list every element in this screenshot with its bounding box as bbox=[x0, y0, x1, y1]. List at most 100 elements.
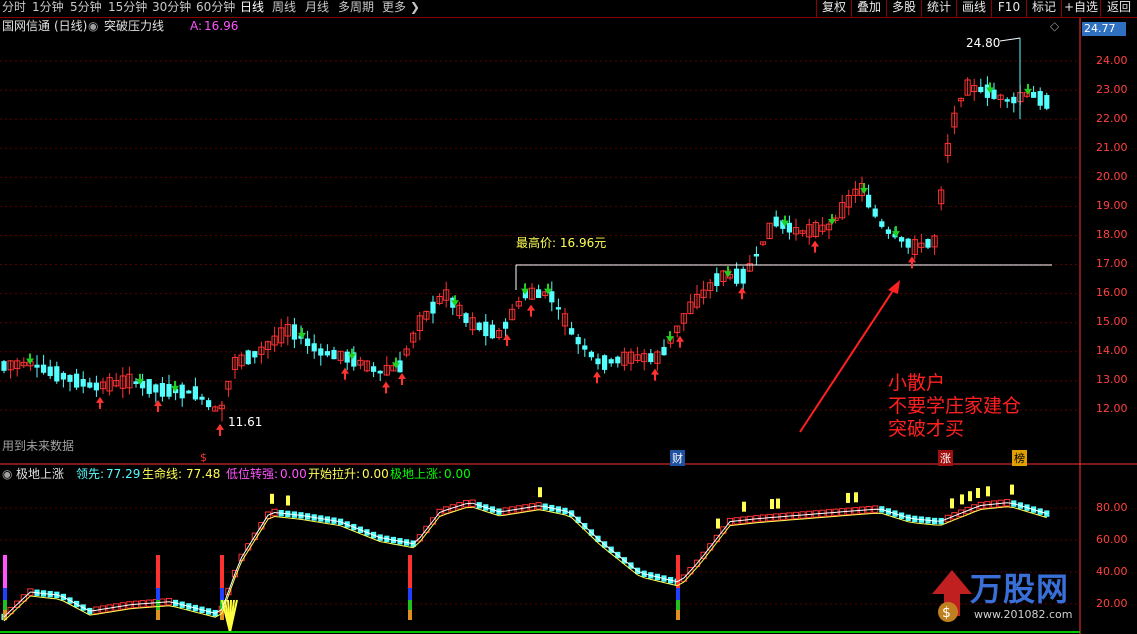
sub-signal-bar bbox=[742, 501, 746, 512]
candle-body bbox=[536, 289, 542, 299]
candle-body bbox=[582, 345, 588, 350]
candle-body bbox=[991, 89, 997, 99]
candle-body bbox=[133, 381, 139, 384]
svg-text:$: $ bbox=[942, 605, 951, 621]
leader-line bbox=[3, 502, 1047, 618]
current-price-label: 24.77 bbox=[1084, 22, 1116, 35]
annotation-line: 不要学庄家建仓 bbox=[888, 395, 1022, 417]
life-value: 77.48 bbox=[186, 467, 221, 481]
sub-signal-bar bbox=[538, 487, 542, 498]
sub-bar bbox=[1044, 510, 1050, 517]
signal-arrows bbox=[26, 82, 1032, 436]
down-arrow-icon bbox=[860, 188, 868, 195]
watermark: $ 万股网 www.201082.com bbox=[928, 566, 1078, 632]
watermark-text: 万股网 bbox=[970, 570, 1070, 608]
sub-axis-label: 80.00 bbox=[1096, 501, 1128, 514]
sub-signal-bar bbox=[960, 494, 964, 505]
price-axis-label: 13.00 bbox=[1096, 373, 1128, 386]
sub-signal-column bbox=[676, 610, 680, 620]
candle-body bbox=[648, 353, 654, 363]
future-data-note: 用到未来数据 bbox=[2, 439, 75, 453]
sub-axis-label: 60.00 bbox=[1096, 533, 1128, 546]
candle-body bbox=[661, 346, 667, 356]
high-price-label: 24.80 bbox=[966, 36, 1001, 50]
candle-body bbox=[773, 216, 779, 227]
candle-body bbox=[331, 349, 337, 360]
candles bbox=[1, 37, 1050, 422]
low-strong-value: 0.00 bbox=[280, 467, 307, 481]
sub-signal-column bbox=[408, 600, 412, 610]
sub-signal-bar bbox=[986, 486, 990, 497]
candle-body bbox=[47, 366, 53, 377]
candle-body bbox=[885, 229, 891, 234]
event-marker[interactable]: $ bbox=[200, 451, 207, 464]
candle-body bbox=[186, 390, 192, 394]
candle-body bbox=[291, 324, 297, 340]
candle-body bbox=[786, 222, 792, 233]
price-axis-label: 19.00 bbox=[1096, 199, 1128, 212]
candle-body bbox=[93, 382, 99, 391]
candle-body bbox=[1004, 99, 1010, 102]
sub-axis-label: 40.00 bbox=[1096, 565, 1128, 578]
start-rise-label: 开始拉升: bbox=[308, 467, 361, 481]
candle-body bbox=[54, 366, 60, 382]
candle-body bbox=[1011, 96, 1017, 104]
sub-signal-column bbox=[156, 588, 160, 600]
sub-signal-bar bbox=[716, 518, 720, 529]
candle-body bbox=[41, 364, 47, 373]
polar-rise-value: 0.00 bbox=[444, 467, 471, 481]
sub-signal-bar bbox=[270, 493, 274, 504]
sub-indicator-toggle-icon[interactable]: ◉ bbox=[2, 466, 12, 482]
candle-body bbox=[344, 351, 350, 363]
candle-body bbox=[192, 386, 198, 400]
sub-grid bbox=[0, 507, 1080, 605]
annotation-line: 小散户 bbox=[888, 372, 946, 394]
kline-chart[interactable] bbox=[0, 0, 1137, 634]
sub-signal-bar bbox=[968, 491, 972, 502]
price-axis-label: 20.00 bbox=[1096, 170, 1128, 183]
event-marker[interactable]: 榜 bbox=[1012, 450, 1027, 466]
candle-body bbox=[899, 237, 905, 242]
price-axis-label: 24.00 bbox=[1096, 54, 1128, 67]
price-axis-label: 22.00 bbox=[1096, 112, 1128, 125]
candle-body bbox=[1, 361, 7, 371]
candle-body bbox=[1031, 91, 1037, 98]
candle-body bbox=[146, 379, 152, 394]
candle-body bbox=[753, 253, 759, 257]
candle-body bbox=[1037, 91, 1043, 106]
candle-body bbox=[503, 321, 509, 329]
annotation-arrow-head bbox=[888, 280, 900, 294]
candle-body bbox=[206, 400, 212, 408]
sub-signal-column bbox=[676, 588, 680, 600]
sub-axis-label: 20.00 bbox=[1096, 597, 1128, 610]
candle-body bbox=[463, 313, 469, 323]
leader-label: 领先: bbox=[76, 467, 105, 481]
sub-indicator-info: ◉ 极地上涨 领先: 77.29 生命线: 77.48 低位转强: 0.00 开… bbox=[0, 466, 1080, 482]
price-axis-label: 18.00 bbox=[1096, 228, 1128, 241]
high-pointer bbox=[999, 37, 1021, 42]
annotation-line: 突破才买 bbox=[888, 418, 965, 440]
candle-body bbox=[978, 86, 984, 93]
candle-body bbox=[925, 239, 931, 248]
sub-signal-column bbox=[220, 555, 224, 590]
event-marker[interactable]: 财 bbox=[670, 450, 685, 466]
candle-body bbox=[879, 221, 885, 227]
candle-body bbox=[159, 382, 165, 397]
sub-signal-bar bbox=[950, 498, 954, 509]
sub-indicator-title[interactable]: 极地上涨 bbox=[16, 466, 64, 482]
event-marker[interactable]: 涨 bbox=[938, 450, 953, 466]
candle-body bbox=[318, 348, 324, 356]
candle-body bbox=[905, 238, 911, 248]
candle-body bbox=[483, 321, 489, 337]
candle-body bbox=[397, 360, 403, 373]
sub-signal-bar bbox=[770, 499, 774, 510]
candle-body bbox=[67, 374, 73, 382]
candle-body bbox=[866, 194, 872, 208]
sub-signal-column bbox=[408, 588, 412, 600]
polar-rise-label: 极地上涨: bbox=[390, 467, 443, 481]
sub-signal-column bbox=[3, 588, 7, 600]
candle-body bbox=[305, 338, 311, 346]
candle-body bbox=[87, 382, 93, 388]
low-price-label: 11.61 bbox=[228, 415, 263, 429]
candle-body bbox=[199, 396, 205, 400]
